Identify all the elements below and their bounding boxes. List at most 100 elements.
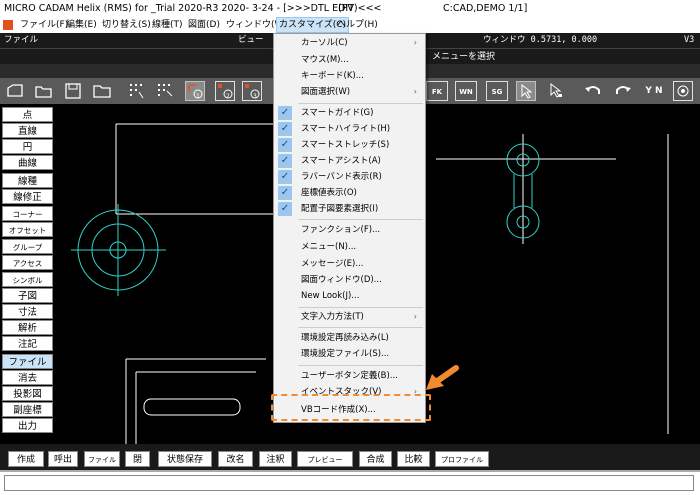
drawing-path: C:CAD,DEMO 1/1]: [443, 3, 528, 14]
menu-switch[interactable]: 切り替え(S): [100, 17, 153, 33]
checkmark-icon: ✓: [278, 106, 292, 120]
sidebar-analysis[interactable]: 解析: [2, 320, 53, 335]
step-3-icon[interactable]: 3: [242, 81, 262, 101]
menu-item-new-look[interactable]: New Look(J)...: [274, 288, 425, 304]
menu-item-message[interactable]: メッセージ(E)...: [274, 256, 425, 272]
select-cursor-icon[interactable]: [516, 81, 536, 101]
grid-select-a-icon[interactable]: [127, 81, 147, 101]
menu-item-menu[interactable]: メニュー(N)...: [274, 239, 425, 255]
save-icon[interactable]: [63, 81, 83, 101]
chevron-right-icon: ›: [413, 312, 417, 321]
sidebar-symbol[interactable]: シンボル: [2, 272, 53, 287]
capture-icon[interactable]: [673, 81, 693, 101]
checkmark-icon: ✓: [278, 186, 292, 200]
menu-item-label: 図面ウィンドウ(D)...: [301, 275, 382, 285]
yn-button[interactable]: Y N: [641, 81, 667, 101]
sidebar-offset[interactable]: オフセット: [2, 222, 53, 237]
checkmark-icon: ✓: [278, 170, 292, 184]
file-button[interactable]: ファイル: [84, 451, 120, 467]
sidebar-note[interactable]: 注記: [2, 336, 53, 351]
menu-item-user-button[interactable]: ユーザーボタン定義(B)...: [274, 368, 425, 384]
menu-item-smart-highlight[interactable]: ✓ スマートハイライト(H): [274, 121, 425, 137]
create-button[interactable]: 作成: [8, 451, 44, 467]
sidebar-sub-coord[interactable]: 副座標: [2, 402, 53, 417]
menu-edit[interactable]: 編集(E): [64, 17, 99, 33]
menu-item-label: メッセージ(E)...: [301, 259, 364, 269]
sidebar-line[interactable]: 直線: [2, 123, 53, 138]
folder-icon[interactable]: [92, 81, 112, 101]
sidebar-projection[interactable]: 投影図: [2, 386, 53, 401]
menu-item-smart-stretch[interactable]: ✓ スマートストレッチ(S): [274, 137, 425, 153]
sidebar-dimension[interactable]: 寸法: [2, 304, 53, 319]
sidebar-file[interactable]: ファイル: [2, 354, 53, 369]
menu-linetype[interactable]: 線種(T): [150, 17, 185, 33]
sidebar-point[interactable]: 点: [2, 107, 53, 122]
menu-item-child-select[interactable]: ✓ 配置子図要素選択(I): [274, 201, 425, 217]
redo-icon[interactable]: [613, 81, 633, 101]
menu-item-rubberband[interactable]: ✓ ラバーバンド表示(R): [274, 169, 425, 185]
menu-item-text-input[interactable]: 文字入力方法(T) ›: [274, 309, 425, 325]
compare-button[interactable]: 比較: [397, 451, 430, 467]
command-input[interactable]: [4, 475, 694, 491]
menu-item-label: マウス(M)...: [301, 55, 349, 65]
sidebar-access[interactable]: アクセス: [2, 255, 53, 270]
merge-button[interactable]: 合成: [359, 451, 392, 467]
rename-button[interactable]: 改名: [218, 451, 253, 467]
menu-item-coord-display[interactable]: ✓ 座標値表示(O): [274, 185, 425, 201]
menu-item-smart-assist[interactable]: ✓ スマートアシスト(A): [274, 153, 425, 169]
menu-item-label: 環境設定再読み込み(L): [301, 333, 389, 343]
menu-item-keyboard[interactable]: キーボード(K)...: [274, 68, 425, 84]
sidebar-linetype[interactable]: 線種: [2, 173, 53, 188]
chevron-right-icon: ›: [413, 87, 417, 96]
cursor-alt-icon[interactable]: [546, 81, 566, 101]
checkmark-icon: ✓: [278, 202, 292, 216]
fk-button[interactable]: FK: [426, 81, 448, 101]
recall-button[interactable]: 呼出: [48, 451, 78, 467]
menu-item-label: 環境設定ファイル(S)...: [301, 349, 390, 359]
sidebar-erase[interactable]: 消去: [2, 370, 53, 385]
new-drawing-icon[interactable]: [5, 81, 25, 101]
sg-button[interactable]: SG: [486, 81, 508, 101]
command-line: [0, 470, 700, 495]
menu-item-cursor[interactable]: カーソル(C) ›: [274, 35, 425, 51]
checkmark-icon: ✓: [278, 138, 292, 152]
menu-item-drawing-window[interactable]: 図面ウィンドウ(D)...: [274, 272, 425, 288]
sidebar-curve[interactable]: 曲線: [2, 155, 53, 170]
menu-item-function[interactable]: ファンクション(F)...: [274, 222, 425, 238]
title-bar: MICRO CADAM Helix (RMS) for _Trial 2020-…: [0, 0, 700, 17]
step-1-icon[interactable]: 1: [185, 81, 205, 101]
menu-drawing[interactable]: 図面(D): [186, 17, 222, 33]
preview-button[interactable]: プレビュー: [297, 451, 353, 467]
annotation-button[interactable]: 注釈: [259, 451, 292, 467]
sidebar-group[interactable]: グループ: [2, 239, 53, 254]
sidebar-output[interactable]: 出力: [2, 418, 53, 433]
menu-item-label: スマートガイド(G): [301, 108, 374, 118]
menu-item-env-file[interactable]: 環境設定ファイル(S)...: [274, 346, 425, 362]
sidebar-line-modify[interactable]: 線修正: [2, 189, 53, 204]
function-bar: 作成 呼出 ファイル 閉 状態保存 改名 注釈 プレビュー 合成 比較 プロファ…: [0, 444, 700, 470]
step-2-icon[interactable]: 2: [215, 81, 235, 101]
status-mode: ファイル: [4, 35, 39, 45]
app-icon[interactable]: [3, 20, 13, 30]
profile-button[interactable]: プロファイル: [435, 451, 489, 467]
menu-item-mouse[interactable]: マウス(M)...: [274, 52, 425, 68]
message-text: メニューを選択: [432, 52, 496, 62]
chevron-right-icon: ›: [413, 38, 417, 47]
sidebar-circle[interactable]: 円: [2, 139, 53, 154]
save-state-button[interactable]: 状態保存: [158, 451, 212, 467]
callout-arrow-icon: [426, 365, 459, 390]
sidebar-corner[interactable]: コーナー: [2, 206, 53, 221]
menu-item-smart-guide[interactable]: ✓ スマートガイド(G): [274, 105, 425, 121]
menu-help[interactable]: ヘルプ(H): [335, 17, 380, 33]
menu-file[interactable]: ファイル(F): [18, 17, 70, 33]
close-button[interactable]: 閉: [125, 451, 150, 467]
grid-select-b-icon[interactable]: [155, 81, 175, 101]
open-folder-icon[interactable]: [34, 81, 54, 101]
menu-item-drawing-select[interactable]: 図面選択(W) ›: [274, 84, 425, 100]
window-title: MICRO CADAM Helix (RMS) for _Trial 2020-…: [4, 3, 355, 14]
menu-item-reload-env[interactable]: 環境設定再読み込み(L): [274, 330, 425, 346]
checkmark-icon: ✓: [278, 154, 292, 168]
sidebar-child-drawing[interactable]: 子図: [2, 288, 53, 303]
undo-icon[interactable]: [583, 81, 603, 101]
wn-button[interactable]: WN: [455, 81, 477, 101]
